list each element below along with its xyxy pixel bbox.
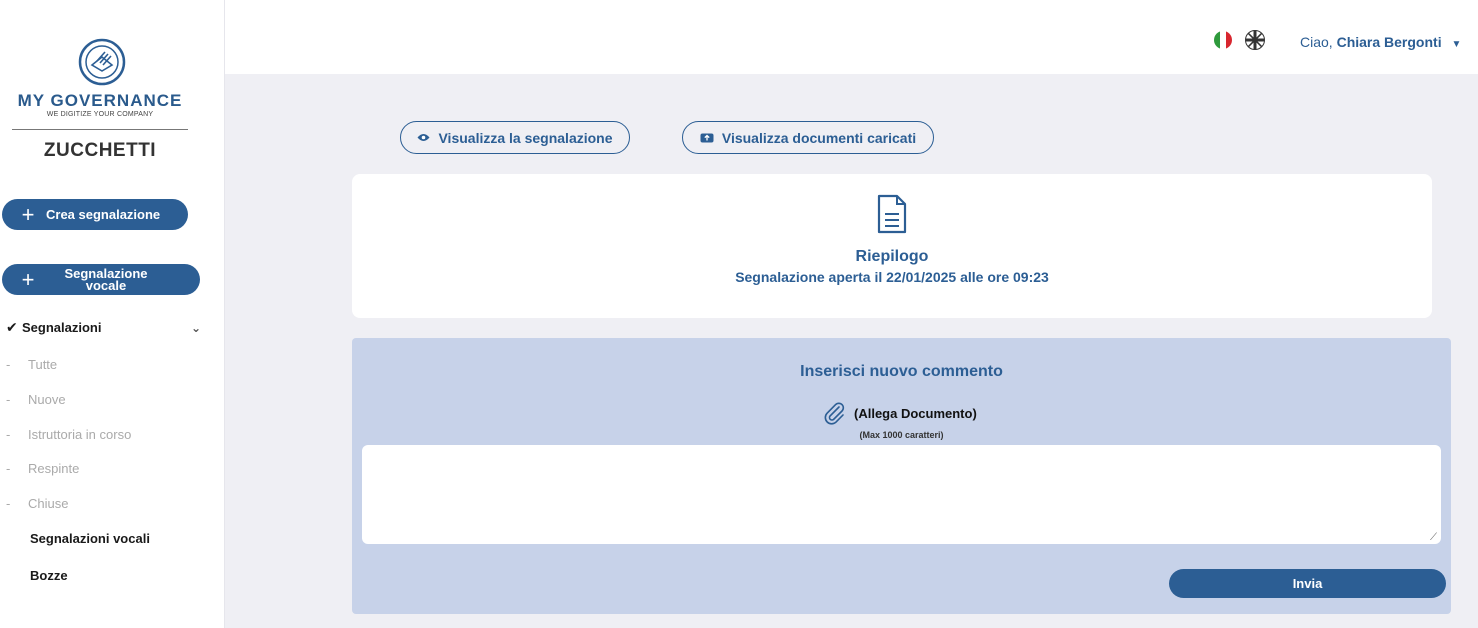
user-name: Chiara Bergonti	[1336, 34, 1442, 50]
dash-icon: -	[6, 392, 11, 407]
paperclip-icon	[824, 402, 845, 425]
sidebar-item-label: Nuove	[28, 392, 66, 407]
sidebar-item-label: Istruttoria in corso	[28, 427, 132, 442]
view-documents-button[interactable]: Visualizza documenti caricati	[682, 121, 934, 154]
cloud-upload-icon	[700, 133, 714, 142]
sidebar-item-voice-reports[interactable]: Segnalazioni vocali	[30, 531, 150, 546]
sidebar-item-label: Respinte	[28, 461, 80, 476]
brand-name: MY GOVERNANCE	[17, 91, 183, 110]
sidebar-item-rejected[interactable]: - Respinte	[6, 461, 79, 476]
caret-down-icon: ▼	[1451, 39, 1462, 50]
sidebar-item-all[interactable]: - Tutte	[6, 357, 57, 372]
send-button[interactable]: Invia	[1169, 569, 1446, 598]
sidebar-item-label: Chiuse	[28, 496, 69, 511]
sidebar-item-in-progress[interactable]: - Istruttoria in corso	[6, 427, 131, 442]
view-documents-label: Visualizza documenti caricati	[721, 129, 917, 146]
sidebar-item-drafts[interactable]: Bozze	[30, 568, 68, 583]
summary-card: Riepilogo Segnalazione aperta il 22/01/2…	[352, 174, 1432, 318]
brand-tagline: WE DIGITIZE YOUR COMPANY	[46, 111, 154, 118]
comment-textarea[interactable]	[362, 445, 1441, 544]
voice-report-label: Segnalazione vocale	[64, 265, 148, 293]
plus-icon: +	[21, 266, 35, 292]
sidebar-item-reports[interactable]: ✔ Segnalazioni ⌄	[6, 319, 201, 336]
max-characters-hint: (Max 1000 caratteri)	[859, 430, 944, 440]
check-icon: ✔	[6, 319, 18, 335]
eye-icon	[417, 134, 430, 141]
sidebar-item-label: Segnalazioni	[22, 320, 102, 335]
comment-panel: Inserisci nuovo commento (Allega Documen…	[352, 338, 1451, 614]
top-bar	[225, 0, 1478, 74]
dash-icon: -	[6, 461, 11, 476]
greeting-prefix: Ciao,	[1300, 34, 1333, 50]
document-icon	[877, 194, 907, 234]
italian-flag-icon[interactable]	[1214, 31, 1232, 49]
brand-divider	[12, 129, 188, 130]
view-report-button[interactable]: Visualizza la segnalazione	[400, 121, 630, 154]
dash-icon: -	[6, 357, 11, 372]
create-report-label: Crea segnalazione	[46, 207, 161, 222]
sidebar: MY GOVERNANCE WE DIGITIZE YOUR COMPANY Z…	[0, 0, 225, 628]
sidebar-item-new[interactable]: - Nuove	[6, 392, 66, 407]
voice-report-button[interactable]: + Segnalazione vocale	[2, 264, 200, 295]
plus-icon: +	[21, 201, 35, 227]
summary-title: Riepilogo	[855, 248, 929, 265]
user-menu[interactable]: Ciao, Chiara Bergonti ▼	[1300, 34, 1461, 50]
attach-document-label: (Allega Documento)	[854, 405, 977, 421]
chevron-down-icon[interactable]: ⌄	[191, 321, 201, 335]
dash-icon: -	[6, 496, 11, 511]
attach-document-button[interactable]: (Allega Documento)	[822, 401, 977, 425]
view-report-label: Visualizza la segnalazione	[438, 129, 613, 146]
company-name: ZUCCHETTI	[43, 140, 157, 161]
sidebar-item-label: Tutte	[28, 357, 58, 372]
sidebar-item-closed[interactable]: - Chiuse	[6, 496, 68, 511]
comment-title: Inserisci nuovo commento	[800, 363, 1003, 380]
create-report-button[interactable]: + Crea segnalazione	[2, 199, 188, 230]
summary-subtitle: Segnalazione aperta il 22/01/2025 alle o…	[735, 269, 1049, 285]
uk-flag-icon[interactable]	[1245, 30, 1265, 50]
company-logo-icon	[78, 38, 126, 86]
dash-icon: -	[6, 427, 11, 442]
